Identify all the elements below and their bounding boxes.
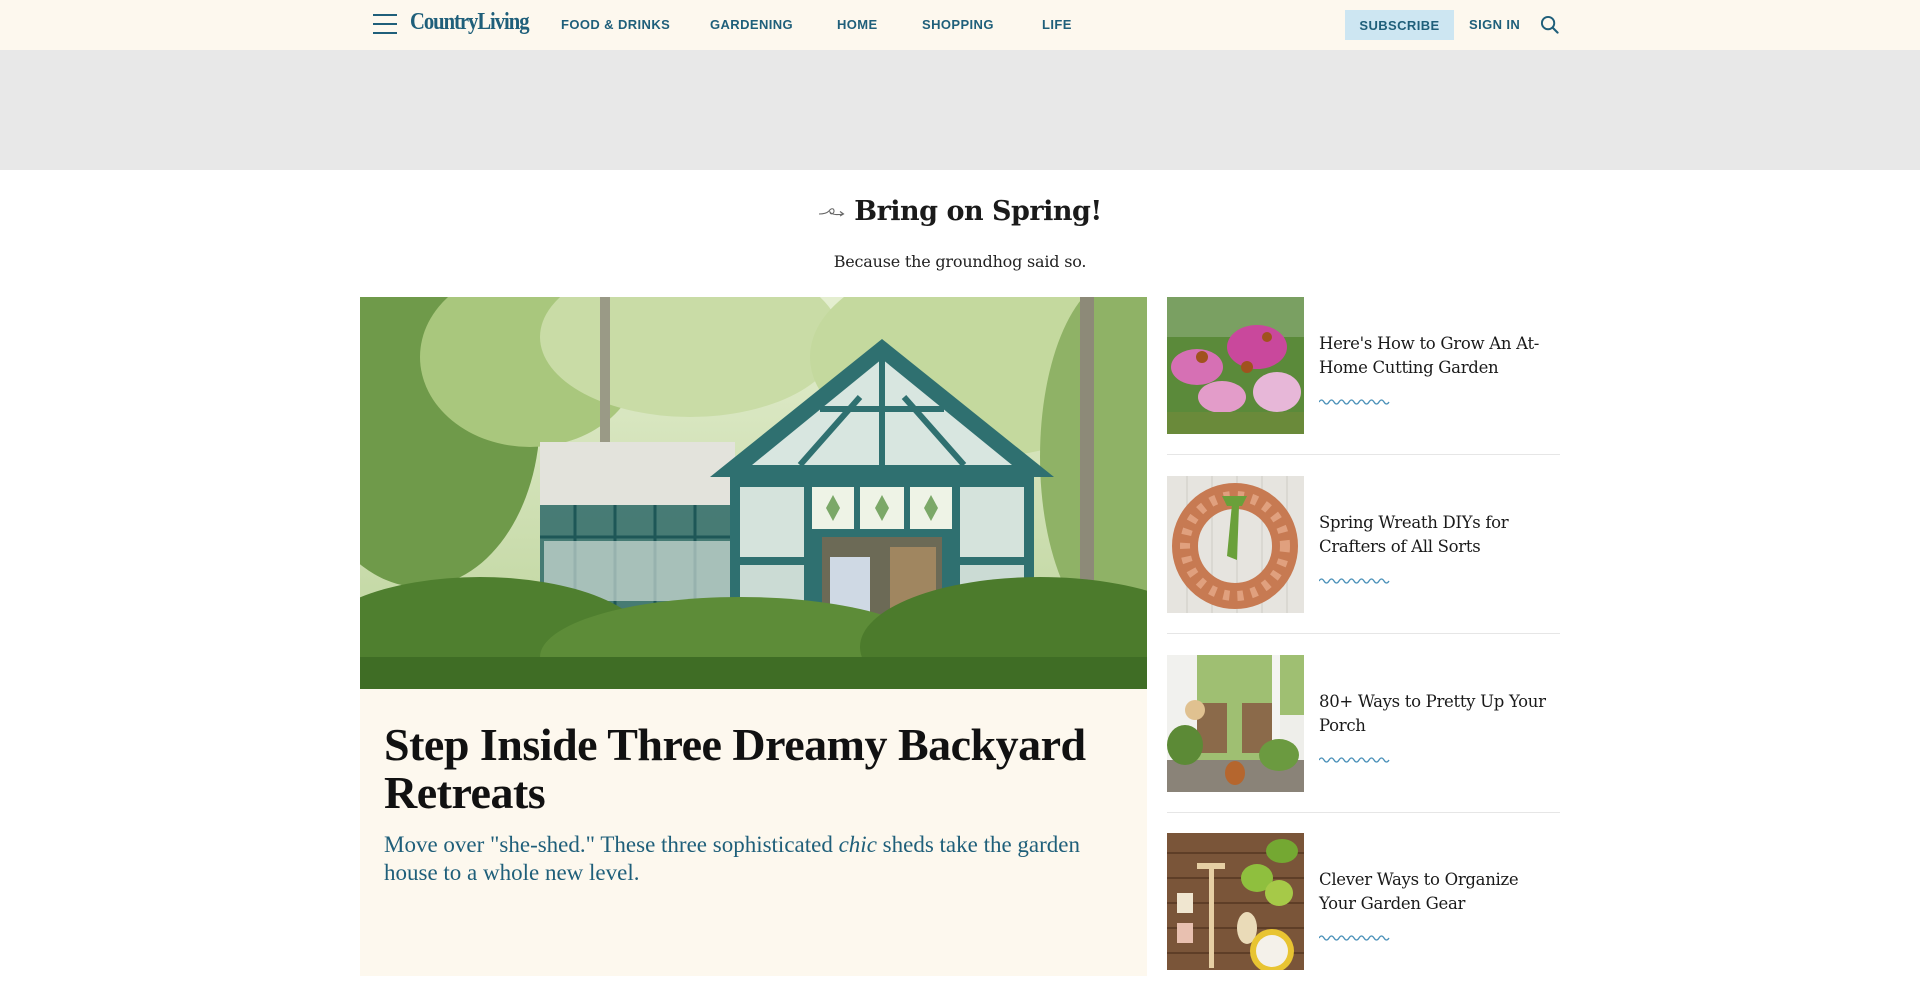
spring-wreath-thumbnail[interactable] [1167, 476, 1304, 613]
subscribe-button[interactable]: SUBSCRIBE [1345, 10, 1454, 40]
section-title-wrap: Bring on Spring! [818, 196, 1102, 227]
section-heading: Bring on Spring! [0, 196, 1920, 227]
list-item[interactable]: Clever Ways to Organize Your Garden Gear [1167, 833, 1560, 970]
hero-title[interactable]: Step Inside Three Dreamy Backyard Retrea… [384, 721, 1124, 817]
porch-thumbnail[interactable] [1167, 655, 1304, 792]
hero-dek-emphasis: chic [838, 832, 877, 857]
nav-item-shopping[interactable]: SHOPPING [922, 17, 994, 32]
sign-in-link[interactable]: SIGN IN [1469, 17, 1520, 32]
section-subtitle: Because the groundhog said so. [833, 252, 1087, 271]
list-divider [1167, 812, 1560, 813]
site-logo[interactable]: CountryLiving [410, 9, 530, 36]
list-item-title[interactable]: 80+ Ways to Pretty Up Your Porch [1319, 655, 1559, 755]
cutting-garden-thumbnail[interactable] [1167, 297, 1304, 434]
garden-gear-thumbnail[interactable] [1167, 833, 1304, 970]
wave-underline-icon [1319, 578, 1390, 584]
site-header: CountryLiving FOOD & DRINKS GARDENING HO… [0, 0, 1920, 50]
nav-item-gardening[interactable]: GARDENING [710, 17, 793, 32]
hero-dek-text: Move over "she-shed." These three sophis… [384, 832, 839, 857]
hero-dek: Move over "she-shed." These three sophis… [384, 831, 1104, 887]
hero-image[interactable] [360, 297, 1147, 689]
swirl-arrow-icon [819, 207, 845, 216]
list-divider [1167, 633, 1560, 634]
section-title: Bring on Spring! [854, 196, 1102, 227]
list-item-title[interactable]: Spring Wreath DIYs for Crafters of All S… [1319, 476, 1559, 576]
ad-banner-placeholder [0, 50, 1920, 170]
wave-underline-icon [1319, 757, 1390, 763]
list-item[interactable]: Spring Wreath DIYs for Crafters of All S… [1167, 476, 1560, 613]
hero-article[interactable]: Step Inside Three Dreamy Backyard Retrea… [360, 297, 1147, 976]
hero-card: Step Inside Three Dreamy Backyard Retrea… [360, 689, 1147, 976]
wave-underline-icon [1319, 935, 1390, 941]
list-divider [1167, 454, 1560, 455]
list-item[interactable]: 80+ Ways to Pretty Up Your Porch [1167, 655, 1560, 792]
nav-item-home[interactable]: HOME [837, 17, 878, 32]
greenhouse-illustration [360, 297, 1147, 689]
wave-underline-icon [1319, 399, 1390, 405]
list-item-title[interactable]: Here's How to Grow An At-Home Cutting Ga… [1319, 297, 1559, 397]
nav-item-life[interactable]: LIFE [1042, 17, 1072, 32]
nav-item-food-drinks[interactable]: FOOD & DRINKS [561, 17, 670, 32]
search-icon[interactable] [1540, 15, 1559, 34]
list-item[interactable]: Here's How to Grow An At-Home Cutting Ga… [1167, 297, 1560, 434]
hamburger-menu-icon[interactable] [373, 13, 397, 35]
list-item-title[interactable]: Clever Ways to Organize Your Garden Gear [1319, 833, 1559, 933]
